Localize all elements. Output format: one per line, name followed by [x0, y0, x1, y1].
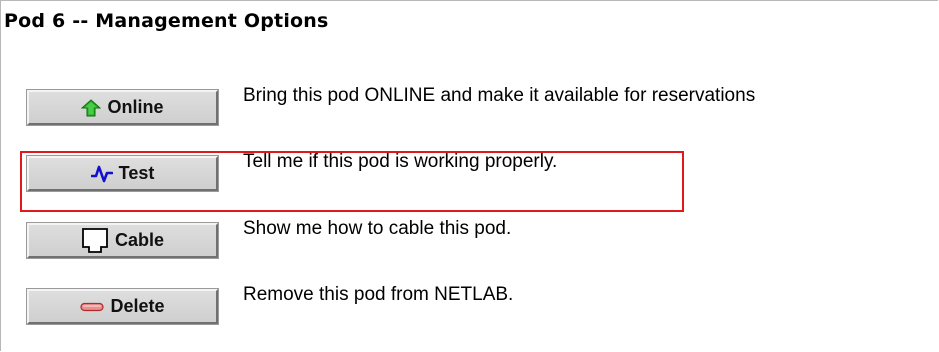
red-minus-icon	[80, 302, 105, 312]
delete-button-label: Delete	[110, 296, 165, 316]
option-row-online: Online Bring this pod ONLINE and make it…	[0, 82, 939, 130]
online-button-label: Online	[107, 97, 164, 117]
green-up-arrow-icon	[81, 98, 102, 117]
cable-description: Show me how to cable this pod.	[243, 218, 512, 239]
delete-description: Remove this pod from NETLAB.	[243, 284, 514, 305]
online-button[interactable]: Online	[26, 89, 219, 126]
cable-button[interactable]: Cable	[26, 222, 219, 259]
page-title: Pod 6 -- Management Options	[4, 10, 329, 32]
network-jack-icon	[81, 227, 109, 255]
cable-button-label: Cable	[114, 230, 165, 250]
option-row-cable: Cable Show me how to cable this pod.	[0, 215, 939, 263]
delete-button[interactable]: Delete	[26, 288, 219, 325]
online-description: Bring this pod ONLINE and make it availa…	[243, 85, 756, 106]
highlight-box	[20, 151, 684, 212]
option-row-delete: Delete Remove this pod from NETLAB.	[0, 281, 939, 329]
